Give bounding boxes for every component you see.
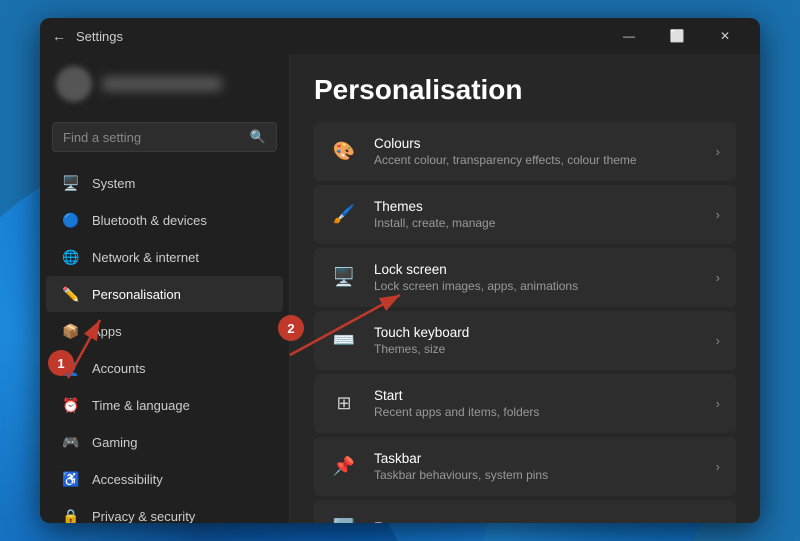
sidebar: Find a setting 🔍 🖥️ System 🔵 Bluetooth &… bbox=[40, 54, 290, 523]
annotation-1: 1 bbox=[48, 350, 74, 376]
colours-title: Colours bbox=[374, 136, 700, 151]
sidebar-item-apps-label: Apps bbox=[92, 324, 122, 339]
sidebar-item-system[interactable]: 🖥️ System bbox=[46, 165, 283, 201]
themes-icon: 🖌️ bbox=[330, 201, 358, 229]
user-name bbox=[102, 77, 222, 91]
taskbar-subtitle: Taskbar behaviours, system pins bbox=[374, 468, 700, 482]
settings-item-colours[interactable]: 🎨 Colours Accent colour, transparency ef… bbox=[314, 122, 736, 181]
sidebar-item-personalisation[interactable]: ✏️ Personalisation bbox=[46, 276, 283, 312]
time-icon: ⏰ bbox=[62, 396, 80, 414]
main-content: Find a setting 🔍 🖥️ System 🔵 Bluetooth &… bbox=[40, 54, 760, 523]
search-placeholder: Find a setting bbox=[63, 130, 242, 145]
personalisation-icon: ✏️ bbox=[62, 285, 80, 303]
fonts-icon: 🔤 bbox=[330, 514, 358, 523]
avatar bbox=[56, 66, 92, 102]
fonts-text: Fonts bbox=[374, 520, 700, 524]
window-controls: — ⬜ ✕ bbox=[606, 20, 748, 52]
settings-window: ← Settings — ⬜ ✕ Find a setting 🔍 bbox=[40, 18, 760, 523]
settings-list: 🎨 Colours Accent colour, transparency ef… bbox=[314, 122, 736, 523]
sidebar-item-network[interactable]: 🌐 Network & internet bbox=[46, 239, 283, 275]
sidebar-item-accounts-label: Accounts bbox=[92, 361, 145, 376]
title-bar: ← Settings — ⬜ ✕ bbox=[40, 18, 760, 54]
taskbar-text: Taskbar Taskbar behaviours, system pins bbox=[374, 451, 700, 482]
lockscreen-chevron: › bbox=[716, 270, 720, 285]
settings-item-touchkeyboard[interactable]: ⌨️ Touch keyboard Themes, size › bbox=[314, 311, 736, 370]
sidebar-item-system-label: System bbox=[92, 176, 135, 191]
close-button[interactable]: ✕ bbox=[702, 20, 748, 52]
privacy-icon: 🔒 bbox=[62, 507, 80, 523]
maximize-button[interactable]: ⬜ bbox=[654, 20, 700, 52]
gaming-icon: 🎮 bbox=[62, 433, 80, 451]
sidebar-item-bluetooth-label: Bluetooth & devices bbox=[92, 213, 207, 228]
search-box[interactable]: Find a setting 🔍 bbox=[52, 122, 277, 152]
lockscreen-text: Lock screen Lock screen images, apps, an… bbox=[374, 262, 700, 293]
sidebar-item-time-label: Time & language bbox=[92, 398, 190, 413]
taskbar-chevron: › bbox=[716, 459, 720, 474]
apps-icon: 📦 bbox=[62, 322, 80, 340]
search-icon: 🔍 bbox=[250, 129, 266, 145]
touchkeyboard-text: Touch keyboard Themes, size bbox=[374, 325, 700, 356]
lockscreen-title: Lock screen bbox=[374, 262, 700, 277]
themes-text: Themes Install, create, manage bbox=[374, 199, 700, 230]
settings-item-lockscreen[interactable]: 🖥️ Lock screen Lock screen images, apps,… bbox=[314, 248, 736, 307]
settings-item-themes[interactable]: 🖌️ Themes Install, create, manage › bbox=[314, 185, 736, 244]
settings-item-fonts[interactable]: 🔤 Fonts › bbox=[314, 500, 736, 523]
touchkeyboard-subtitle: Themes, size bbox=[374, 342, 700, 356]
sidebar-item-time[interactable]: ⏰ Time & language bbox=[46, 387, 283, 423]
start-icon: ⊞ bbox=[330, 390, 358, 418]
settings-item-start[interactable]: ⊞ Start Recent apps and items, folders › bbox=[314, 374, 736, 433]
sidebar-item-gaming[interactable]: 🎮 Gaming bbox=[46, 424, 283, 460]
window-title: Settings bbox=[76, 29, 606, 44]
back-button[interactable]: ← bbox=[52, 28, 66, 44]
lockscreen-subtitle: Lock screen images, apps, animations bbox=[374, 279, 700, 293]
taskbar-icon: 📌 bbox=[330, 453, 358, 481]
fonts-chevron: › bbox=[716, 521, 720, 524]
settings-item-taskbar[interactable]: 📌 Taskbar Taskbar behaviours, system pin… bbox=[314, 437, 736, 496]
colours-text: Colours Accent colour, transparency effe… bbox=[374, 136, 700, 167]
accessibility-icon: ♿ bbox=[62, 470, 80, 488]
system-icon: 🖥️ bbox=[62, 174, 80, 192]
touchkeyboard-chevron: › bbox=[716, 333, 720, 348]
start-text: Start Recent apps and items, folders bbox=[374, 388, 700, 419]
bluetooth-icon: 🔵 bbox=[62, 211, 80, 229]
sidebar-item-accessibility[interactable]: ♿ Accessibility bbox=[46, 461, 283, 497]
fonts-title: Fonts bbox=[374, 520, 700, 524]
colours-chevron: › bbox=[716, 144, 720, 159]
user-profile bbox=[40, 54, 289, 114]
sidebar-item-privacy[interactable]: 🔒 Privacy & security bbox=[46, 498, 283, 523]
sidebar-item-bluetooth[interactable]: 🔵 Bluetooth & devices bbox=[46, 202, 283, 238]
sidebar-item-gaming-label: Gaming bbox=[92, 435, 138, 450]
sidebar-item-network-label: Network & internet bbox=[92, 250, 199, 265]
right-panel: Personalisation 🎨 Colours Accent colour,… bbox=[290, 54, 760, 523]
minimize-button[interactable]: — bbox=[606, 20, 652, 52]
colours-icon: 🎨 bbox=[330, 138, 358, 166]
themes-title: Themes bbox=[374, 199, 700, 214]
touchkeyboard-icon: ⌨️ bbox=[330, 327, 358, 355]
taskbar-title: Taskbar bbox=[374, 451, 700, 466]
annotation-2: 2 bbox=[278, 315, 304, 341]
start-chevron: › bbox=[716, 396, 720, 411]
sidebar-item-personalisation-label: Personalisation bbox=[92, 287, 181, 302]
search-container: Find a setting 🔍 bbox=[40, 114, 289, 160]
touchkeyboard-title: Touch keyboard bbox=[374, 325, 700, 340]
lockscreen-icon: 🖥️ bbox=[330, 264, 358, 292]
start-title: Start bbox=[374, 388, 700, 403]
sidebar-item-accounts[interactable]: 👤 Accounts bbox=[46, 350, 283, 386]
themes-chevron: › bbox=[716, 207, 720, 222]
colours-subtitle: Accent colour, transparency effects, col… bbox=[374, 153, 700, 167]
start-subtitle: Recent apps and items, folders bbox=[374, 405, 700, 419]
network-icon: 🌐 bbox=[62, 248, 80, 266]
nav-list: 🖥️ System 🔵 Bluetooth & devices 🌐 Networ… bbox=[40, 160, 289, 523]
page-title: Personalisation bbox=[314, 54, 736, 122]
sidebar-item-accessibility-label: Accessibility bbox=[92, 472, 163, 487]
themes-subtitle: Install, create, manage bbox=[374, 216, 700, 230]
sidebar-item-apps[interactable]: 📦 Apps bbox=[46, 313, 283, 349]
sidebar-item-privacy-label: Privacy & security bbox=[92, 509, 195, 524]
